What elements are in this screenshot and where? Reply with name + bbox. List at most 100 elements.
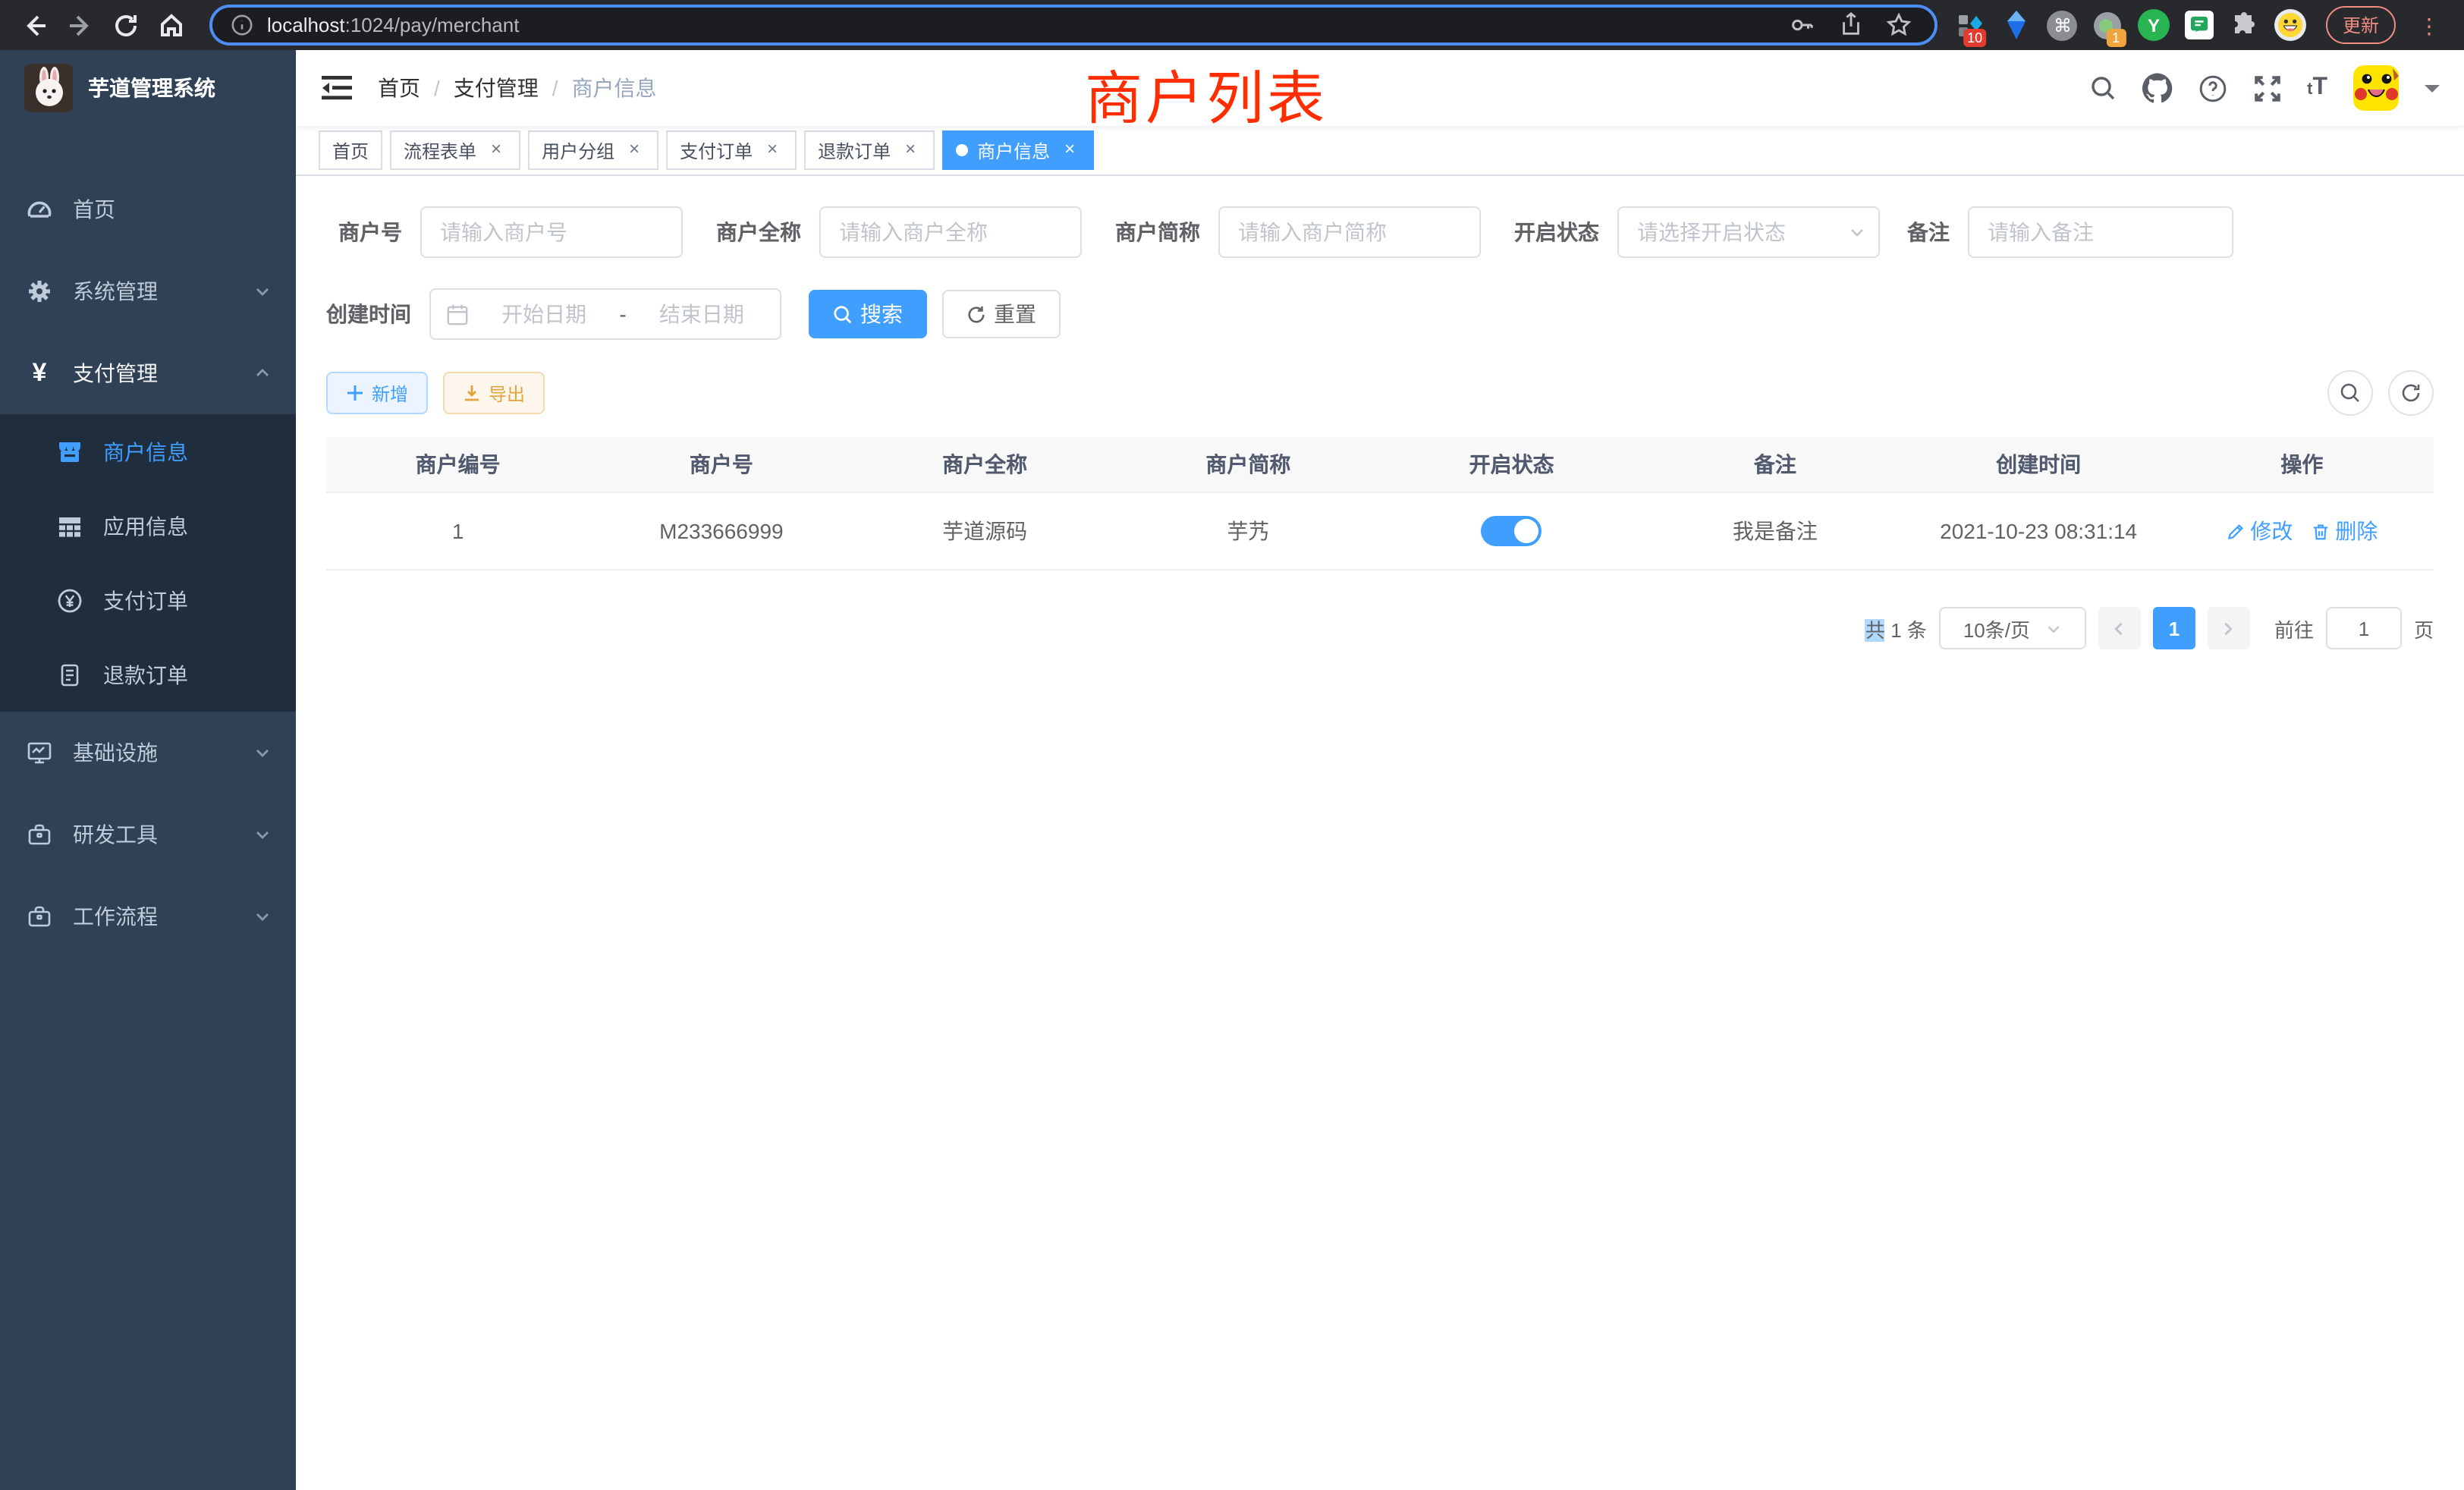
forward-icon[interactable] <box>61 5 100 45</box>
tab-close-icon[interactable]: × <box>1059 140 1080 161</box>
status-toggle[interactable] <box>1482 516 1542 546</box>
sidebar-item-label: 应用信息 <box>103 511 188 541</box>
refresh-table-icon-button[interactable] <box>2388 370 2434 416</box>
create-time-range-picker[interactable]: 开始日期 - 结束日期 <box>429 288 781 340</box>
full-name-input[interactable] <box>819 206 1082 258</box>
tab-pay-order[interactable]: 支付订单× <box>666 130 797 170</box>
toggle-search-icon-button[interactable] <box>2327 370 2373 416</box>
monitor-icon <box>26 739 53 766</box>
col-header: 商户全称 <box>853 437 1117 492</box>
breadcrumb-pay[interactable]: 支付管理 <box>454 73 539 103</box>
edit-icon <box>2226 521 2246 541</box>
add-button-label: 新增 <box>372 380 408 406</box>
tags-view: 首页 流程表单 × 用户分组× 支付订单× 退款订单 × 商户信息× <box>296 126 2464 176</box>
export-button[interactable]: 导出 <box>443 372 545 414</box>
cell-remark: 我是备注 <box>1643 493 1906 569</box>
page-content: 商户号 商户全称 商户简称 开启状态 <box>296 176 2464 1490</box>
tab-refund-order[interactable]: 退款订单 × <box>804 130 935 170</box>
cell-merchant-no: M233666999 <box>589 493 853 569</box>
search-button[interactable]: 搜索 <box>809 290 927 338</box>
user-caret-icon[interactable] <box>2425 84 2440 99</box>
site-info-icon[interactable] <box>231 14 253 36</box>
breadcrumb-home[interactable]: 首页 <box>378 73 420 103</box>
active-dot <box>956 144 968 156</box>
sidebar-item-infra[interactable]: 基础设施 <box>0 712 296 794</box>
short-name-input[interactable] <box>1218 206 1481 258</box>
fullscreen-icon[interactable] <box>2252 74 2281 102</box>
calendar-icon <box>446 303 469 325</box>
page-number-1[interactable]: 1 <box>2153 607 2195 649</box>
grid-icon <box>56 512 83 539</box>
delete-link[interactable]: 删除 <box>2311 516 2378 546</box>
sidebar-item-refund-order[interactable]: 退款订单 <box>0 637 296 712</box>
sidebar-toggle-icon[interactable] <box>320 71 354 105</box>
extension-tabs-icon[interactable]: 10 <box>1956 9 1988 41</box>
page-size-select[interactable]: 10条/页 <box>1939 607 2086 649</box>
annotation-title: 商户列表 <box>1085 52 1328 135</box>
tab-close-icon[interactable]: × <box>624 140 645 161</box>
app-logo[interactable]: 芋道管理系统 <box>0 50 296 126</box>
font-size-icon[interactable]: tT <box>2307 74 2327 102</box>
edit-link[interactable]: 修改 <box>2226 516 2293 546</box>
tab-label: 退款订单 <box>818 137 891 163</box>
browser-update-button[interactable]: 更新 <box>2326 6 2396 44</box>
chevron-down-icon <box>2045 620 2062 637</box>
search-button-label: 搜索 <box>860 299 903 329</box>
sidebar-item-workflow[interactable]: 工作流程 <box>0 875 296 957</box>
extensions-puzzle-icon[interactable] <box>2229 9 2261 41</box>
cell-status <box>1380 493 1643 569</box>
sidebar-item-label: 退款订单 <box>103 659 188 690</box>
breadcrumb-current: 商户信息 <box>572 73 657 103</box>
bookmark-star-icon[interactable] <box>1883 8 1916 42</box>
browser-menu-icon[interactable]: ⋮ <box>2418 17 2440 33</box>
sidebar-item-app-info[interactable]: 应用信息 <box>0 489 296 563</box>
tab-process-form[interactable]: 流程表单 × <box>390 130 520 170</box>
header-search-icon[interactable] <box>2088 74 2116 102</box>
share-icon[interactable] <box>1834 8 1868 42</box>
browser-chrome: localhost:1024/pay/merchant 10 ⌘ <box>0 0 2464 50</box>
sidebar-item-system[interactable]: 系统管理 <box>0 250 296 332</box>
extension-gem-icon[interactable] <box>2001 9 2033 41</box>
home-icon[interactable] <box>152 5 191 45</box>
extension-command-icon[interactable]: ⌘ <box>2047 9 2079 41</box>
extension-row: 10 ⌘ 1 Y 更新 ⋮ <box>1950 6 2449 44</box>
sidebar-item-dev-tools[interactable]: 研发工具 <box>0 794 296 875</box>
prev-page-button[interactable] <box>2098 607 2141 649</box>
chevron-down-icon <box>253 907 272 926</box>
pagination-total: 共 1 条 <box>1865 614 1927 643</box>
extension-status-icon[interactable]: 1 <box>2092 9 2124 41</box>
remark-input[interactable] <box>1968 206 2233 258</box>
password-key-icon[interactable] <box>1786 8 1819 42</box>
url-bar[interactable]: localhost:1024/pay/merchant <box>209 5 1938 46</box>
tab-close-icon[interactable]: × <box>762 140 783 161</box>
tab-user-group[interactable]: 用户分组× <box>528 130 658 170</box>
reset-button[interactable]: 重置 <box>942 290 1061 338</box>
store-icon <box>56 438 83 465</box>
extension-chat-icon[interactable] <box>2183 9 2215 41</box>
tab-merchant-info[interactable]: 商户信息× <box>942 130 1094 170</box>
merchant-no-input[interactable] <box>420 206 683 258</box>
user-avatar[interactable] <box>2353 65 2399 111</box>
status-select[interactable] <box>1617 206 1880 258</box>
github-icon[interactable] <box>2142 73 2172 103</box>
sidebar-item-merchant-info[interactable]: 商户信息 <box>0 414 296 489</box>
add-button[interactable]: 新增 <box>326 372 428 414</box>
sidebar-item-label: 研发工具 <box>73 819 158 850</box>
reload-icon[interactable] <box>106 5 146 45</box>
goto-page-input[interactable] <box>2326 607 2402 649</box>
extension-y-icon[interactable]: Y <box>2138 9 2170 41</box>
sidebar-item-pay[interactable]: ¥ 支付管理 <box>0 332 296 414</box>
tab-home[interactable]: 首页 <box>319 130 382 170</box>
back-icon[interactable] <box>15 5 55 45</box>
document-icon <box>56 661 83 688</box>
next-page-button[interactable] <box>2208 607 2250 649</box>
help-icon[interactable] <box>2198 74 2227 102</box>
tab-label: 流程表单 <box>404 137 476 163</box>
pagination: 共 1 条 10条/页 1 前往 页 <box>326 607 2434 649</box>
tab-close-icon[interactable]: × <box>486 140 507 161</box>
profile-avatar-icon[interactable] <box>2274 9 2306 41</box>
tab-close-icon[interactable]: × <box>900 140 921 161</box>
logo-avatar <box>24 64 73 112</box>
sidebar-item-home[interactable]: 首页 <box>0 168 296 250</box>
sidebar-item-pay-order[interactable]: 支付订单 <box>0 563 296 637</box>
